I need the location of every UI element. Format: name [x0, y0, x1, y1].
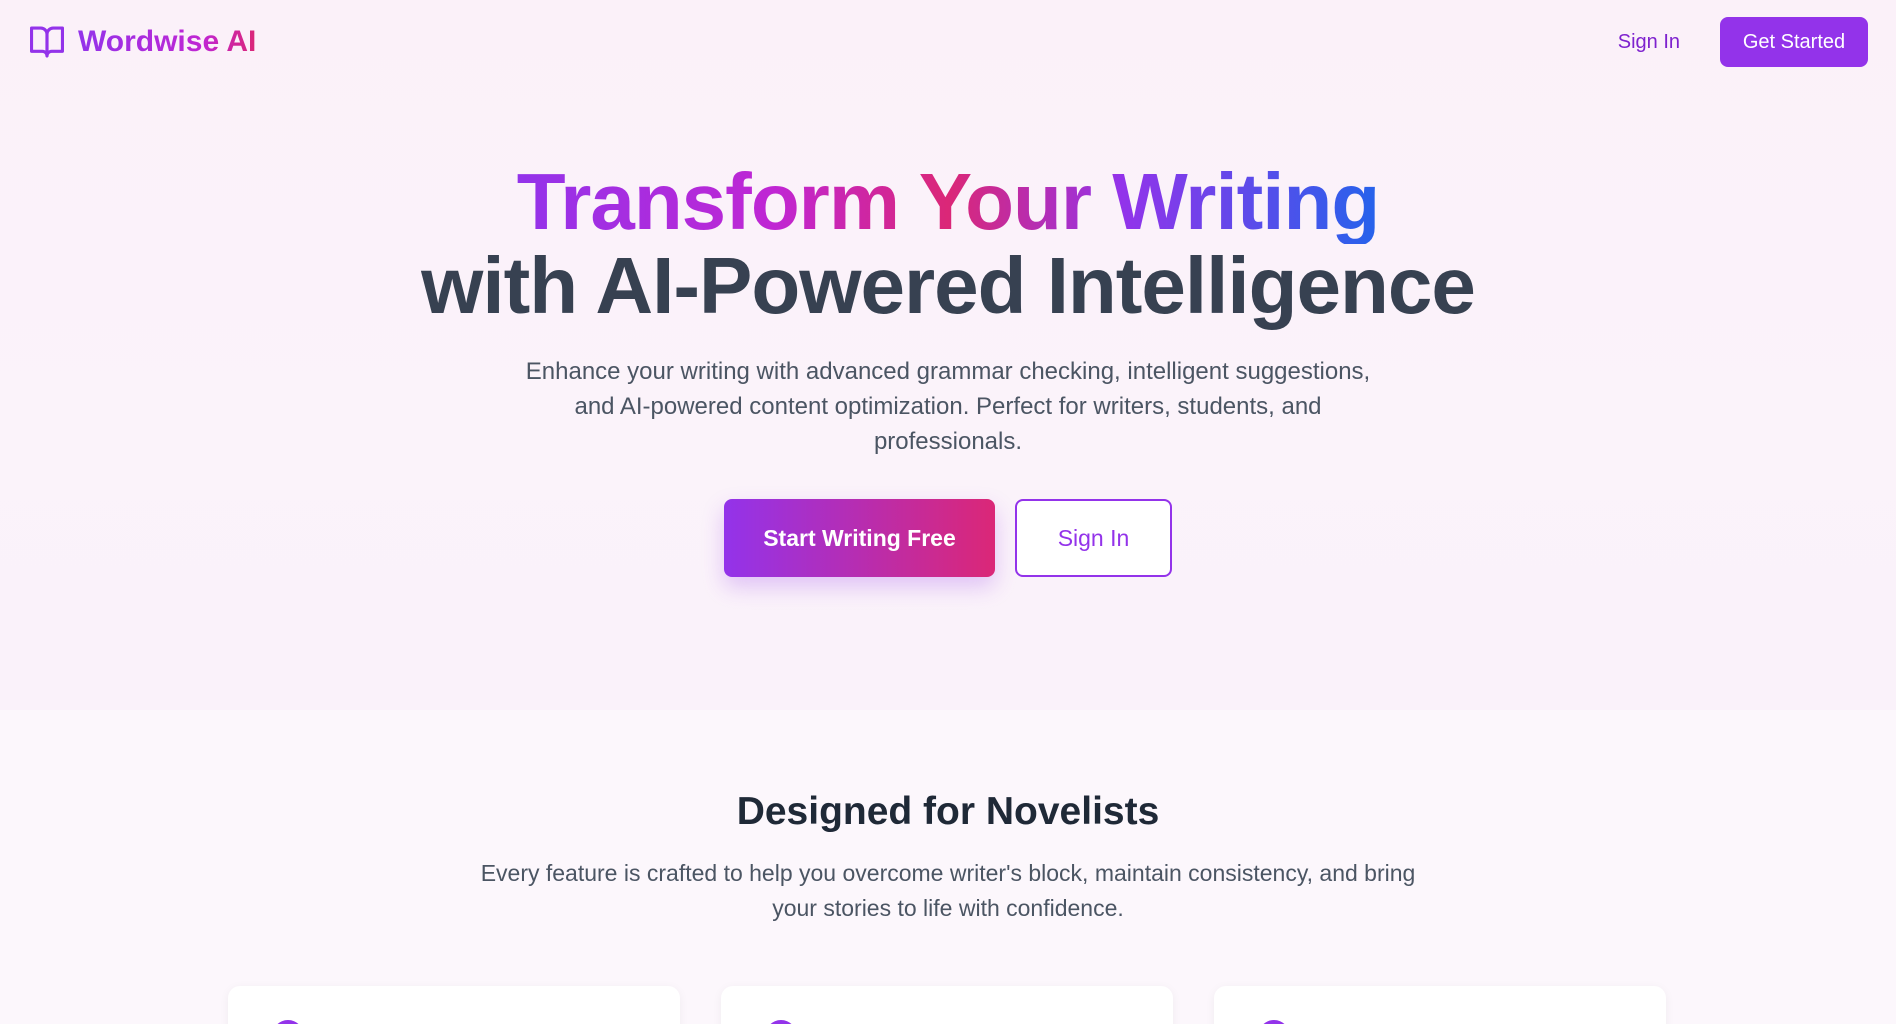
start-writing-button[interactable]: Start Writing Free — [724, 499, 995, 577]
hero-section: Transform Your Writing with AI-Powered I… — [0, 160, 1896, 577]
features-title: Designed for Novelists — [736, 790, 1160, 833]
feature-card — [1214, 986, 1666, 1024]
brand-logo[interactable]: Wordwise AI — [28, 23, 256, 61]
feature-icon — [272, 1020, 304, 1024]
feature-card — [721, 986, 1173, 1024]
hero-title: Transform Your Writing with AI-Powered I… — [0, 160, 1896, 328]
features-subtitle: Every feature is crafted to help you ove… — [480, 860, 1416, 921]
feature-card — [228, 986, 680, 1024]
hero-subtitle: Enhance your writing with advanced gramm… — [525, 358, 1371, 455]
hero-sign-in-button[interactable]: Sign In — [1015, 499, 1172, 577]
top-nav: Wordwise AI Sign In Get Started — [0, 0, 1896, 84]
nav-sign-in-link[interactable]: Sign In — [1618, 31, 1680, 54]
nav-actions: Sign In Get Started — [1618, 17, 1868, 67]
feature-icon — [1258, 1020, 1290, 1024]
brand-name: Wordwise AI — [78, 25, 257, 58]
hero-title-highlight: Transform Your Writing — [516, 157, 1381, 246]
feature-cards — [0, 986, 1896, 1024]
hero-title-rest: with AI-Powered Intelligence — [421, 241, 1476, 330]
get-started-button[interactable]: Get Started — [1720, 17, 1868, 67]
hero-actions: Start Writing Free Sign In — [0, 499, 1896, 577]
open-book-icon — [28, 23, 66, 61]
features-section: Designed for Novelists Every feature is … — [0, 790, 1896, 926]
feature-icon — [765, 1020, 797, 1024]
